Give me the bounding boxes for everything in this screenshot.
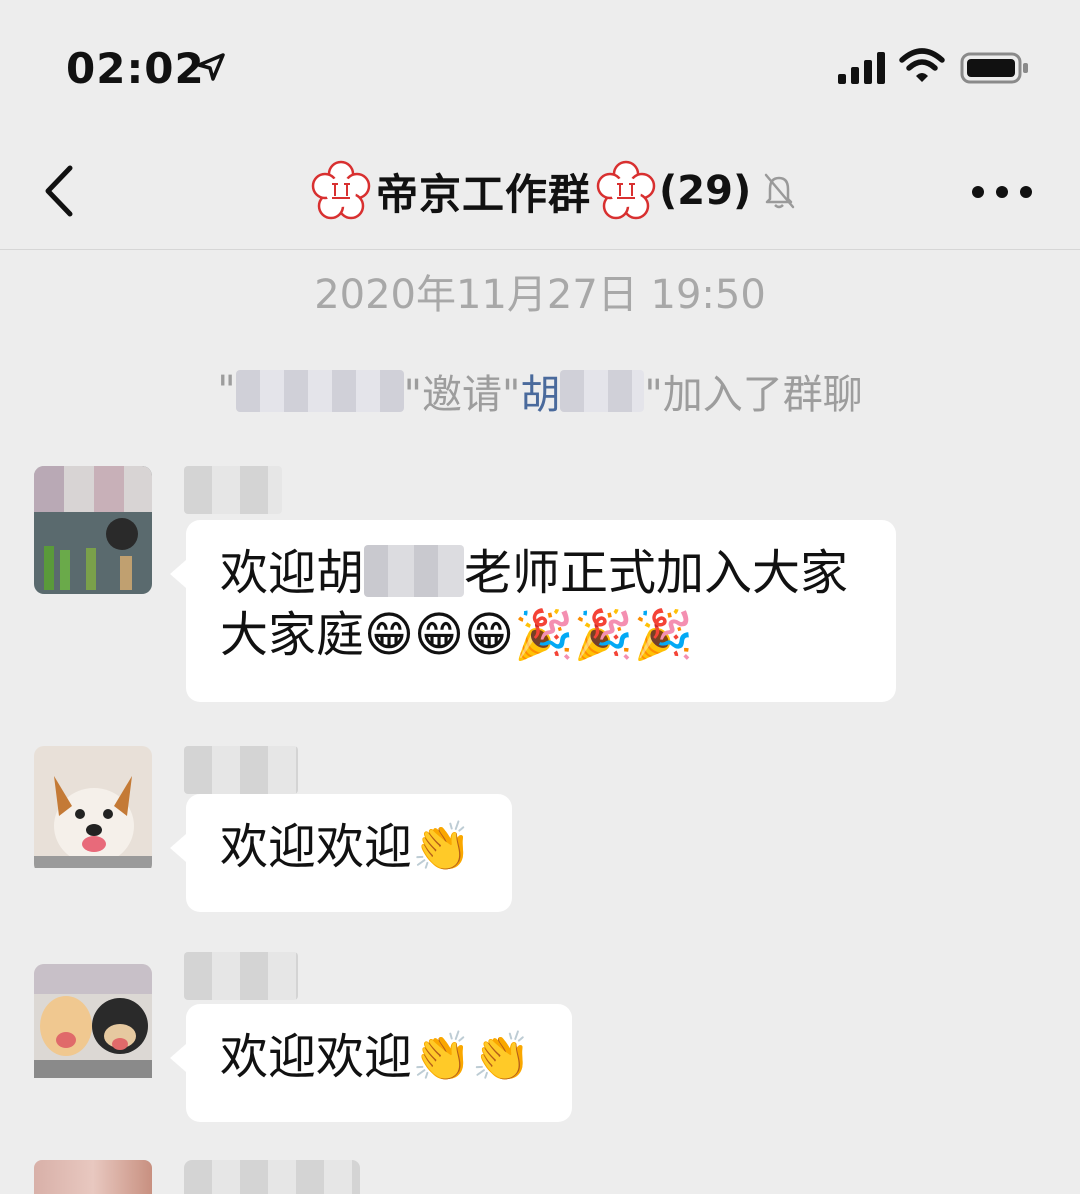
status-bar: 02:02: [0, 0, 1080, 140]
invite-suffix: "加入了群聊: [644, 372, 863, 418]
status-time: 02:02: [66, 44, 205, 93]
sender-nickname[interactable]: [184, 466, 282, 514]
chat-header: 帝京工作群 (29): [0, 140, 1080, 250]
message-bubble[interactable]: 欢迎胡 老师正式加入大家大家庭😁😁😁🎉🎉🎉: [170, 520, 896, 702]
member-count: (29): [659, 168, 752, 214]
sender-nickname[interactable]: [184, 952, 298, 1000]
message-text: 欢迎欢迎: [220, 819, 413, 875]
avatar[interactable]: [34, 466, 152, 594]
ellipsis-icon: [1020, 186, 1032, 198]
chat-title-text: 帝京工作群: [376, 169, 592, 219]
chevron-left-icon[interactable]: [38, 162, 88, 220]
sakura-icon: [596, 160, 656, 220]
message-text: 欢迎欢迎: [220, 1029, 413, 1085]
wifi-icon: [899, 48, 945, 82]
redacted-name: [364, 545, 465, 597]
quote-mark: ": [217, 368, 236, 414]
ellipsis-icon: [972, 186, 984, 198]
message-timestamp: 2020年11月27日 19:50: [314, 272, 766, 318]
message-bubble[interactable]: 欢迎欢迎👏: [170, 794, 512, 912]
location-arrow-icon: [197, 53, 225, 81]
grinning-and-party-popper-emoji: 😁😁😁🎉🎉🎉: [364, 607, 694, 663]
avatar[interactable]: [34, 1160, 152, 1194]
sender-nickname[interactable]: [184, 1160, 360, 1194]
sender-nickname[interactable]: [184, 746, 298, 794]
avatar[interactable]: [34, 964, 152, 1092]
clapping-hands-emoji: 👏: [412, 819, 472, 875]
system-invite-message: " "邀请" 胡 "加入了群聊: [0, 362, 1080, 420]
clapping-hands-emoji: 👏👏: [412, 1029, 532, 1085]
ellipsis-icon: [996, 186, 1008, 198]
message-bubble[interactable]: 欢迎欢迎👏👏: [170, 1004, 572, 1122]
invitee-name-link[interactable]: 胡: [520, 362, 560, 420]
redacted-inviter-name[interactable]: [235, 370, 404, 412]
invite-text: "邀请": [403, 372, 521, 418]
more-options-button[interactable]: [972, 180, 1032, 204]
message-text: 欢迎胡: [220, 545, 365, 601]
chat-title[interactable]: 帝京工作群 (29): [310, 160, 797, 222]
redacted-invitee-name[interactable]: [560, 370, 645, 412]
sakura-icon: [311, 160, 371, 220]
bell-muted-icon: [765, 173, 795, 209]
avatar[interactable]: [34, 746, 152, 874]
cellular-signal-icon: [838, 52, 885, 84]
battery-icon: [960, 52, 1028, 84]
